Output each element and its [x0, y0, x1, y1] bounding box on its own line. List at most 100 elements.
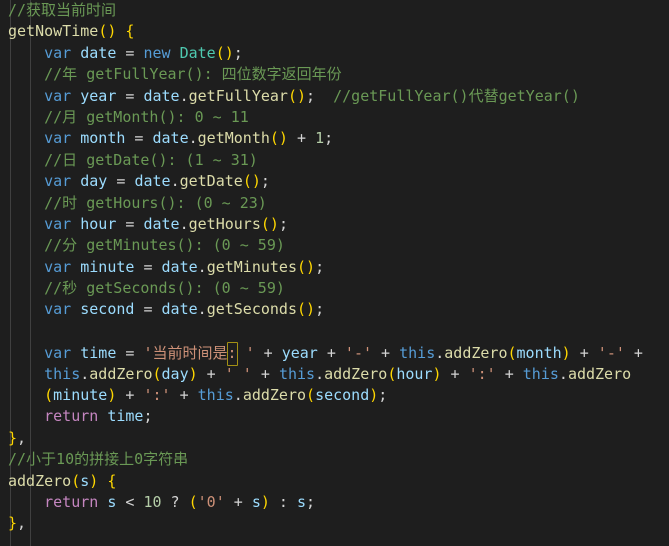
code-line[interactable]: //日 getDate(): (1 ~ 31) — [0, 150, 669, 171]
code-line[interactable]: var time = '当前时间是: ' + year + '-' + this… — [0, 342, 669, 366]
code-line[interactable]: var month = date.getMonth() + 1; — [0, 128, 669, 149]
code-token: this — [522, 364, 559, 383]
code-line[interactable]: //获取当前时间 — [0, 0, 669, 21]
code-token: ; — [260, 172, 270, 191]
code-line[interactable]: var hour = date.getHours(); — [0, 214, 669, 235]
code-token: var — [44, 172, 72, 191]
code-line[interactable]: var date = new Date(); — [0, 43, 669, 64]
code-token: s — [80, 471, 90, 490]
code-token: . — [179, 86, 189, 105]
code-token: //getFullYear()代替getYear() — [333, 86, 580, 105]
code-line[interactable]: var day = date.getDate(); — [0, 171, 669, 192]
code-line[interactable]: }, — [0, 428, 669, 449]
code-token: = — [134, 257, 162, 276]
code-token: () — [242, 172, 261, 191]
code-token: ) — [369, 386, 379, 405]
code-line[interactable]: addZero(s) { — [0, 471, 669, 492]
code-line[interactable]: (minute) + ':' + this.addZero(second); — [0, 385, 669, 406]
code-line[interactable]: //秒 getSeconds(): (0 ~ 59) — [0, 278, 669, 299]
code-token: } — [8, 428, 18, 447]
code-token: { — [107, 471, 117, 490]
code-token: . — [435, 344, 445, 363]
code-token: ' — [236, 344, 255, 363]
code-line[interactable]: }, — [0, 513, 669, 534]
code-line[interactable]: //年 getFullYear(): 四位数字返回年份 — [0, 64, 669, 85]
code-token: //小于10的拼接上0字符串 — [8, 450, 189, 469]
code-token: ( — [507, 344, 517, 363]
code-token: { — [125, 22, 135, 41]
code-line[interactable]: return s < 10 ? ('0' + s) : s; — [0, 492, 669, 513]
code-token: //时 getHours(): (0 ~ 23) — [44, 193, 267, 212]
code-token: ; — [306, 492, 316, 511]
code-token: ( — [188, 492, 198, 511]
code-token: . — [315, 364, 325, 383]
code-token: 1 — [315, 129, 325, 148]
code-line[interactable]: getNowTime() { — [0, 21, 669, 42]
code-token: year — [281, 344, 318, 363]
code-token: addZero — [444, 344, 508, 363]
code-token: = — [125, 129, 153, 148]
code-token: return — [44, 492, 99, 511]
code-token: ; — [315, 257, 325, 276]
code-line[interactable] — [0, 321, 669, 342]
code-token: var — [44, 257, 72, 276]
code-line[interactable]: //分 getMinutes(): (0 ~ 59) — [0, 235, 669, 256]
code-token: . — [233, 386, 243, 405]
code-token: () — [269, 129, 288, 148]
code-editor[interactable]: // //获取当前时间getNowTime() { var date = new… — [0, 0, 669, 546]
code-token: () — [98, 22, 117, 41]
code-token: //月 getMonth(): 0 ~ 11 — [44, 107, 249, 126]
code-token: return — [44, 407, 99, 426]
code-token: var — [44, 214, 72, 233]
code-token: addZero — [89, 364, 153, 383]
code-token: + — [254, 344, 282, 363]
code-token: Date — [179, 43, 216, 62]
code-token: ; — [278, 214, 288, 233]
code-token: < — [116, 492, 144, 511]
code-token: getMinutes — [206, 257, 297, 276]
code-line-list[interactable]: //获取当前时间 getNowTime() { var date = new Da… — [0, 0, 669, 535]
code-token: '-' — [344, 344, 373, 363]
code-token: ; — [324, 129, 334, 148]
code-token: . — [558, 364, 568, 383]
code-token: date — [152, 129, 189, 148]
code-token: : — [269, 492, 297, 511]
code-line[interactable]: //小于10的拼接上0字符串 — [0, 449, 669, 470]
code-line[interactable]: this.addZero(day) + ' ' + this.addZero(h… — [0, 364, 669, 385]
code-token: + — [317, 344, 345, 363]
code-token: ; — [315, 300, 325, 319]
code-token: . — [170, 172, 180, 191]
code-token: = — [134, 300, 162, 319]
code-token: , — [17, 428, 27, 447]
code-token: date — [143, 86, 180, 105]
code-token: this — [44, 364, 81, 383]
code-line[interactable]: var minute = date.getMinutes(); — [0, 257, 669, 278]
code-token: ':' — [143, 386, 171, 405]
code-token: s — [251, 492, 261, 511]
code-token: addZero — [567, 364, 632, 383]
code-token: time — [80, 344, 117, 363]
code-line[interactable]: //时 getHours(): (0 ~ 23) — [0, 193, 669, 214]
code-token: ; — [233, 43, 243, 62]
code-line[interactable]: return time; — [0, 406, 669, 427]
code-token: + — [624, 344, 643, 363]
code-line[interactable]: var year = date.getFullYear(); //getFull… — [0, 86, 669, 107]
code-token: () — [297, 257, 316, 276]
code-token: getNowTime — [8, 22, 99, 41]
code-token: ( — [71, 471, 81, 490]
code-token: getMonth — [197, 129, 270, 148]
code-line[interactable]: //月 getMonth(): 0 ~ 11 — [0, 107, 669, 128]
code-token: //日 getDate(): (1 ~ 31) — [44, 150, 258, 169]
code-token: //分 getMinutes(): (0 ~ 59) — [44, 236, 285, 255]
code-line[interactable]: var second = date.getSeconds(); — [0, 299, 669, 320]
